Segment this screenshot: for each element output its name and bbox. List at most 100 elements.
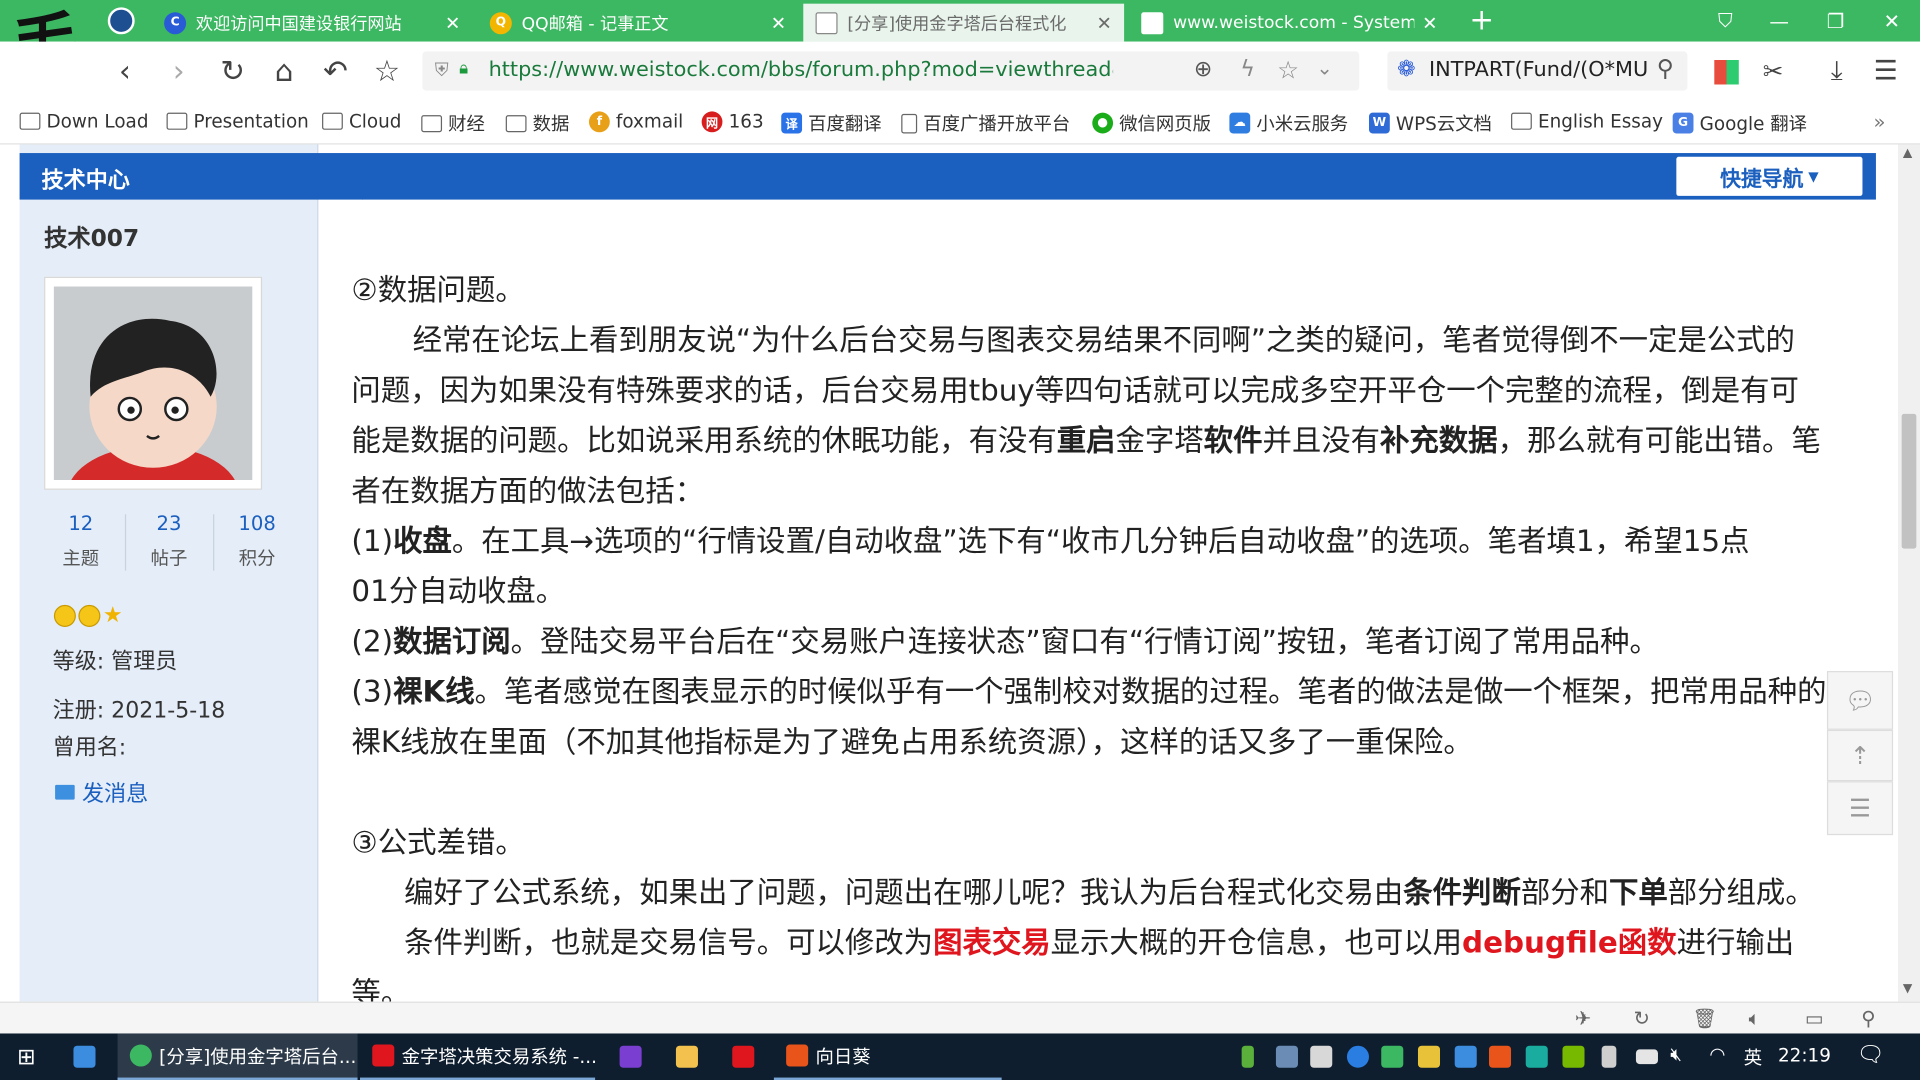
quick-nav-button[interactable]: 快捷导航 ▼ [1676,156,1863,196]
tray-app-icon[interactable] [1488,1045,1512,1068]
bookmark-google-translate[interactable]: G Google 翻译 [1672,110,1807,136]
taskbar-item-browser[interactable]: [分享]使用金字塔后台... [117,1033,358,1080]
search-icon[interactable]: ⚲ [1657,55,1674,82]
folder-icon [505,114,527,132]
menu-icon[interactable]: ☰ [1866,51,1905,90]
close-tab-icon[interactable]: ✕ [771,12,786,34]
bookmark-baidu-broadcast[interactable]: 百度广播开放平台 [901,110,1070,136]
close-tab-icon[interactable]: ✕ [445,12,460,34]
clock[interactable]: 22:19 [1778,1044,1831,1066]
tab-weistock-system[interactable]: www.weistock.com - System ✕ [1129,4,1450,42]
post-content: 确即可。 ②数据问题。 经常在论坛上看到朋友说“为什么后台交易与图表交易结果不同… [351,144,1857,1001]
tray-nvidia-icon[interactable] [1562,1045,1585,1068]
chevron-down-icon[interactable]: ⌄ [1316,56,1332,79]
bookmark-mi-cloud[interactable]: ☁ 小米云服务 [1229,110,1348,136]
more-bookmarks-icon[interactable]: » [1873,110,1885,133]
bookmark-down-load[interactable]: Down Load [19,110,149,132]
page-scrollbar[interactable]: ▲ ▼ [1897,144,1920,1002]
search-box[interactable]: ❁ INTPART(Fund/(O*MU ⚲ [1387,51,1688,91]
favorite-icon[interactable]: ☆ [1277,55,1299,84]
address-bar[interactable]: ⛨ 🔒︎ https://www.weistock.com/bbs/forum.… [422,51,1360,91]
tray-power-icon[interactable] [1635,1049,1658,1065]
taskbar-item-pyramid[interactable]: 金字塔决策交易系统 -... [360,1033,597,1080]
search-input[interactable]: INTPART(Fund/(O*MU [1429,58,1647,82]
taskbar-pyramid-pinned[interactable] [720,1033,769,1080]
tray-app-icon[interactable] [1454,1045,1477,1068]
zoom-search-icon[interactable]: ⚲ [1861,1007,1875,1030]
tray-phone-icon[interactable] [1601,1045,1617,1068]
download-icon[interactable]: ⤓ [1817,51,1856,90]
tab-qqmail[interactable]: Q QQ邮箱 - 记事正文 ✕ [478,4,799,42]
shield-icon[interactable]: ⛨ [435,59,449,81]
bookmark-wps[interactable]: W WPS云文档 [1368,110,1492,136]
stat-credits[interactable]: 108 积分 [213,512,301,571]
bookmark-shuju[interactable]: 数据 [505,110,569,136]
notification-center-icon[interactable]: 🗨︎ [1856,1042,1884,1068]
home-button[interactable]: ⌂ [264,51,303,90]
reload-button[interactable]: ↻ [213,51,252,90]
bookmark-star-button[interactable]: ☆ [367,51,406,90]
bookmark-wechat[interactable]: ● 微信网页版 [1092,110,1211,136]
undo-close-button[interactable]: ↶ [316,51,355,90]
ime-indicator[interactable]: 英 [1744,1044,1762,1070]
url-text[interactable]: https://www.weistock.com/bbs/forum.php?m… [489,58,1113,82]
scissors-icon[interactable]: ✂ [1753,51,1792,90]
tray-shield-icon[interactable] [1310,1045,1333,1068]
lightning-icon[interactable]: ϟ [1240,56,1255,82]
forum-section-title[interactable]: 技术中心 [42,163,130,195]
tray-battery-icon[interactable] [1241,1045,1254,1068]
close-tab-icon[interactable]: ✕ [1422,12,1437,34]
bookmark-english-essay[interactable]: English Essay [1511,110,1663,132]
google-translate-icon: G [1672,112,1694,134]
back-to-top-button[interactable]: ⇡ [1826,729,1894,782]
shirt-skin-icon[interactable]: ⛉ [1697,0,1753,42]
bookmark-presentation[interactable]: Presentation [166,110,309,132]
back-button[interactable]: ‹ [105,51,144,90]
taskbar-app-pinned[interactable] [607,1033,656,1080]
rocket-icon[interactable]: ✈ [1575,1007,1591,1030]
send-message-link[interactable]: 发消息 [55,776,148,808]
comment-float-button[interactable]: 💬︎ [1826,671,1894,730]
tray-mute-icon[interactable]: 🔇︎ [1670,1043,1682,1065]
apps-grid-icon[interactable] [1714,60,1739,85]
scroll-up-arrow[interactable]: ▲ [1903,147,1912,160]
tray-wifi-icon[interactable]: ◠ [1709,1043,1725,1065]
tab-weistock-share[interactable]: [分享]使用金字塔后台程式化 ✕ [803,3,1125,42]
start-button[interactable]: ⊞ [5,1033,54,1080]
taskbar-folder-pinned[interactable] [664,1033,713,1080]
close-tab-icon[interactable]: ✕ [1096,12,1111,34]
minimize-button[interactable]: — [1751,0,1807,42]
tab-ccb[interactable]: C 欢迎访问中国建设银行网站 ✕ [152,4,473,42]
tray-app-icon[interactable] [1417,1045,1441,1068]
list-float-button[interactable]: ☰ [1826,781,1894,836]
taskbar-item-sunflower[interactable]: 向日葵 [773,1033,1002,1080]
forward-button[interactable]: › [159,51,198,90]
tray-security-icon[interactable] [1381,1045,1404,1068]
bookmark-163[interactable]: 网 163 [701,110,764,132]
bookmark-foxmail[interactable]: f foxmail [588,110,683,132]
stat-topics[interactable]: 12 主题 [37,512,125,571]
close-window-button[interactable]: ✕ [1864,0,1920,42]
lock-icon[interactable]: 🔒︎ [459,59,468,79]
stat-posts[interactable]: 23 帖子 [125,512,213,571]
new-tab-button[interactable]: + [1469,2,1494,36]
window-icon[interactable]: ▭ [1805,1007,1824,1030]
zoom-icon[interactable]: ⊕ [1194,56,1212,82]
trash-icon[interactable]: 🗑︎ [1692,1007,1717,1030]
bookmark-cloud[interactable]: Cloud [322,110,401,132]
tray-app-icon[interactable] [1525,1045,1548,1068]
scroll-down-arrow[interactable]: ▼ [1903,982,1912,995]
restore-button[interactable]: ❐ [1807,0,1863,42]
scrollbar-thumb[interactable] [1901,413,1917,549]
volume-icon[interactable]: 🔈︎ [1749,1007,1761,1031]
author-avatar[interactable] [44,276,263,490]
tray-bluetooth-icon[interactable] [1346,1045,1369,1068]
author-name[interactable]: 技术007 [44,220,139,253]
user-avatar-icon[interactable] [107,7,135,35]
tray-network-icon[interactable] [1275,1045,1298,1068]
bookmark-baidu-translate[interactable]: 译百度翻译 [781,110,882,136]
file-explorer-pinned[interactable] [61,1033,110,1080]
envelope-icon [55,784,75,800]
refresh-icon[interactable]: ↻ [1633,1007,1649,1030]
bookmark-caijing[interactable]: 财经 [421,110,485,136]
